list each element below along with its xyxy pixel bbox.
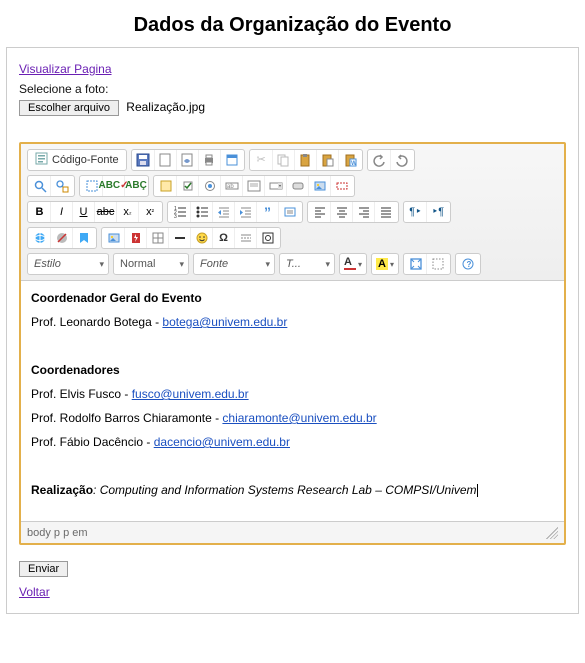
paste-text-icon[interactable] xyxy=(317,150,339,170)
newpage-icon[interactable] xyxy=(155,150,177,170)
source-icon xyxy=(35,152,48,168)
anchor-icon[interactable] xyxy=(73,228,95,248)
subscript-icon[interactable]: x₂ xyxy=(117,202,139,222)
checkbox-icon[interactable] xyxy=(177,176,199,196)
source-label: Código-Fonte xyxy=(52,154,119,166)
table-icon[interactable] xyxy=(147,228,169,248)
page-title: Dados da Organização do Evento xyxy=(0,14,585,37)
form-panel: Visualizar Pagina Selecione a foto: Esco… xyxy=(6,47,579,614)
outdent-icon[interactable] xyxy=(213,202,235,222)
rich-text-editor: Código-Fonte ✂ W xyxy=(19,142,566,545)
justify-icon[interactable] xyxy=(375,202,397,222)
spellcheck-icon[interactable]: ABC✓ xyxy=(103,176,125,196)
upload-label: Selecione a foto: xyxy=(19,82,566,96)
style-select[interactable]: Estilo▾ xyxy=(27,253,109,275)
c1-email[interactable]: fusco@univem.edu.br xyxy=(132,387,249,401)
back-link[interactable]: Voltar xyxy=(19,585,50,599)
submit-button[interactable]: Enviar xyxy=(19,561,68,577)
cut-icon[interactable]: ✂ xyxy=(251,150,273,170)
alignright-icon[interactable] xyxy=(353,202,375,222)
templates-icon[interactable] xyxy=(221,150,243,170)
svg-text:ab: ab xyxy=(227,184,234,190)
selected-filename: Realização.jpg xyxy=(126,100,205,114)
maximize-icon[interactable] xyxy=(405,254,427,274)
editor-content[interactable]: Coordenador Geral do Evento Prof. Leonar… xyxy=(21,281,564,521)
alignleft-icon[interactable] xyxy=(309,202,331,222)
coord-line-2: Prof. Rodolfo Barros Chiaramonte - chiar… xyxy=(31,411,554,425)
textfield-icon[interactable]: ab xyxy=(221,176,243,196)
numberedlist-icon[interactable]: 123 xyxy=(169,202,191,222)
redo-icon[interactable] xyxy=(391,150,413,170)
replace-icon[interactable] xyxy=(51,176,73,196)
c2-email[interactable]: chiaramonte@univem.edu.br xyxy=(222,411,376,425)
iframe-icon[interactable] xyxy=(257,228,279,248)
pagebreak-icon[interactable] xyxy=(235,228,257,248)
image-icon[interactable] xyxy=(103,228,125,248)
unlink-icon[interactable] xyxy=(51,228,73,248)
indent-icon[interactable] xyxy=(235,202,257,222)
select-icon[interactable] xyxy=(265,176,287,196)
about-icon[interactable]: ? xyxy=(457,254,479,274)
preview-link[interactable]: Visualizar Pagina xyxy=(19,62,112,76)
bold-icon[interactable]: B xyxy=(29,202,51,222)
showblocks-icon[interactable] xyxy=(427,254,449,274)
coord-geral-email[interactable]: botega@univem.edu.br xyxy=(162,315,287,329)
print-icon[interactable] xyxy=(199,150,221,170)
textarea-icon[interactable] xyxy=(243,176,265,196)
svg-text:3: 3 xyxy=(174,214,177,219)
link-icon[interactable] xyxy=(29,228,51,248)
editor-toolbar: Código-Fonte ✂ W xyxy=(21,144,564,281)
superscript-icon[interactable]: x² xyxy=(139,202,161,222)
bulletlist-icon[interactable] xyxy=(191,202,213,222)
flash-icon[interactable] xyxy=(125,228,147,248)
realizacao-line: Realização: Computing and Information Sy… xyxy=(31,483,554,497)
bgcolor-button[interactable]: A▾ xyxy=(371,253,399,275)
form-icon[interactable] xyxy=(155,176,177,196)
coord-line-3: Prof. Fábio Dacêncio - dacencio@univem.e… xyxy=(31,435,554,449)
save-icon[interactable] xyxy=(133,150,155,170)
hr-icon[interactable] xyxy=(169,228,191,248)
c3-email[interactable]: dacencio@univem.edu.br xyxy=(154,435,290,449)
smiley-icon[interactable] xyxy=(191,228,213,248)
aligncenter-icon[interactable] xyxy=(331,202,353,222)
format-select[interactable]: Normal▾ xyxy=(113,253,189,275)
strike-icon[interactable]: abc xyxy=(95,202,117,222)
editor-footer: body p p em xyxy=(21,521,564,543)
coord-line-1: Prof. Elvis Fusco - fusco@univem.edu.br xyxy=(31,387,554,401)
element-path[interactable]: body p p em xyxy=(27,527,88,539)
coord-geral-line: Prof. Leonardo Botega - botega@univem.ed… xyxy=(31,315,554,329)
heading-coordenadores: Coordenadores xyxy=(31,363,554,377)
scayt-icon[interactable]: ABÇ xyxy=(125,176,147,196)
specialchar-icon[interactable]: Ω xyxy=(213,228,235,248)
choose-file-button[interactable]: Escolher arquivo xyxy=(19,100,119,116)
button-icon[interactable] xyxy=(287,176,309,196)
paste-icon[interactable] xyxy=(295,150,317,170)
svg-text:1: 1 xyxy=(174,206,177,212)
undo-icon[interactable] xyxy=(369,150,391,170)
italic-icon[interactable]: I xyxy=(51,202,73,222)
radio-icon[interactable] xyxy=(199,176,221,196)
div-icon[interactable] xyxy=(279,202,301,222)
hiddenfield-icon[interactable] xyxy=(331,176,353,196)
svg-text:W: W xyxy=(351,161,357,167)
copy-icon[interactable] xyxy=(273,150,295,170)
resize-handle[interactable] xyxy=(546,527,558,539)
textcolor-button[interactable]: A▾ xyxy=(339,253,367,275)
source-button[interactable]: Código-Fonte xyxy=(29,150,125,170)
svg-text:?: ? xyxy=(467,260,472,269)
paste-word-icon[interactable]: W xyxy=(339,150,361,170)
blockquote-icon[interactable]: ” xyxy=(257,202,279,222)
bidi-ltr-icon[interactable]: ¶‣ xyxy=(405,202,427,222)
font-select[interactable]: Fonte▾ xyxy=(193,253,275,275)
underline-icon[interactable]: U xyxy=(73,202,95,222)
size-select[interactable]: T...▾ xyxy=(279,253,335,275)
svg-text:2: 2 xyxy=(174,210,177,216)
preview-icon[interactable] xyxy=(177,150,199,170)
imagebutton-icon[interactable] xyxy=(309,176,331,196)
find-icon[interactable] xyxy=(29,176,51,196)
heading-coord-geral: Coordenador Geral do Evento xyxy=(31,291,554,305)
bidi-rtl-icon[interactable]: ‣¶ xyxy=(427,202,449,222)
